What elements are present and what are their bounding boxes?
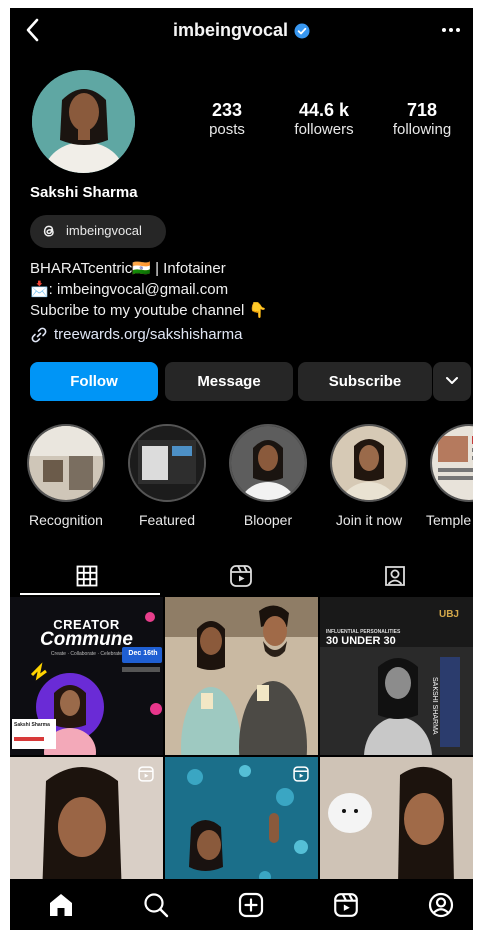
tab-reels[interactable] bbox=[164, 556, 318, 596]
verified-badge-icon bbox=[294, 23, 310, 39]
post-brand-text: UBJ bbox=[438, 609, 459, 620]
tab-tagged[interactable] bbox=[318, 556, 472, 596]
highlight-recognition[interactable]: Recognition bbox=[25, 424, 107, 528]
post-headline-large: 30 UNDER 30 bbox=[326, 635, 396, 647]
nav-search[interactable] bbox=[142, 891, 170, 919]
reel-icon bbox=[293, 766, 309, 782]
nav-reels[interactable] bbox=[332, 891, 360, 919]
highlight-cover bbox=[128, 424, 206, 502]
threads-icon bbox=[43, 225, 54, 237]
suggested-accounts-button[interactable] bbox=[433, 362, 471, 401]
profile-username-header: imbeingvocal bbox=[10, 16, 473, 44]
highlight-cover-image bbox=[432, 426, 473, 500]
highlight-label: Recognition bbox=[29, 512, 103, 528]
reels-icon bbox=[230, 565, 252, 587]
profile-avatar[interactable] bbox=[32, 70, 135, 173]
plus-square-icon bbox=[238, 892, 264, 918]
profile-tabs bbox=[10, 556, 473, 596]
tagged-person-icon bbox=[385, 566, 405, 586]
profile-link-text: treewards.org/sakshisharma bbox=[54, 326, 243, 343]
nav-create[interactable] bbox=[237, 891, 265, 919]
highlight-cover bbox=[430, 424, 473, 502]
threads-handle: imbeingvocal bbox=[66, 223, 142, 238]
followers-label: followers bbox=[294, 121, 354, 138]
highlight-blooper[interactable]: Blooper bbox=[227, 424, 309, 528]
reel-icon bbox=[138, 766, 154, 782]
highlight-cover-image bbox=[231, 426, 305, 500]
followers-value: 44.6 k bbox=[298, 100, 350, 120]
post-side-text: SAKSHI SHARMA bbox=[431, 677, 438, 735]
grid-icon bbox=[76, 565, 98, 587]
post-title-text: Commune bbox=[40, 629, 133, 650]
posts-label: posts bbox=[209, 121, 245, 138]
followers-count[interactable]: 44.6 k followers bbox=[284, 100, 364, 140]
highlight-cover-image bbox=[332, 426, 406, 500]
more-horizontal-icon bbox=[442, 28, 460, 32]
instagram-profile-screen: imbeingvocal 233 posts 44.6 k followers bbox=[10, 8, 473, 930]
link-icon bbox=[31, 327, 47, 343]
profile-bio: BHARATcentric🇮🇳 | Infotainer 📩: imbeingv… bbox=[30, 258, 267, 321]
post-badge-name: Sakshi Sharma bbox=[14, 722, 50, 728]
post-tile[interactable] bbox=[165, 597, 318, 755]
bio-line-1: BHARATcentric🇮🇳 | Infotainer bbox=[30, 260, 226, 277]
profile-display-name: Sakshi Sharma bbox=[30, 184, 138, 201]
following-label: following bbox=[392, 121, 452, 138]
bio-line-2: 📩: imbeingvocal@gmail.com bbox=[30, 281, 229, 298]
highlight-label: Join it now bbox=[335, 512, 403, 528]
posts-value: 233 bbox=[211, 100, 243, 120]
profile-link[interactable]: treewards.org/sakshisharma bbox=[30, 326, 242, 344]
highlight-featured[interactable]: Featured bbox=[126, 424, 208, 528]
highlight-label: Blooper bbox=[243, 512, 293, 528]
active-tab-indicator bbox=[20, 593, 160, 595]
bottom-navigation bbox=[10, 879, 473, 930]
profile-icon bbox=[428, 892, 454, 918]
tab-posts-grid[interactable] bbox=[10, 556, 164, 596]
message-button[interactable]: Message bbox=[165, 362, 293, 401]
highlight-cover bbox=[27, 424, 105, 502]
highlight-cover-image bbox=[130, 426, 204, 500]
post-image-30-under-30 bbox=[320, 597, 473, 755]
post-tile[interactable]: CREATOR Commune Create · Collaborate · C… bbox=[10, 597, 163, 755]
threads-profile-chip[interactable]: imbeingvocal bbox=[30, 215, 166, 248]
post-date-text: Dec 16th bbox=[128, 650, 158, 657]
subscribe-button[interactable]: Subscribe bbox=[298, 362, 432, 401]
highlight-cover bbox=[229, 424, 307, 502]
home-icon bbox=[50, 894, 72, 916]
highlight-label: Temple B bbox=[426, 512, 473, 528]
posts-count[interactable]: 233 posts bbox=[192, 100, 262, 140]
search-icon bbox=[144, 893, 169, 918]
bio-line-3: Subcribe to my youtube channel 👇 bbox=[30, 302, 268, 319]
highlight-cover-image bbox=[29, 426, 103, 500]
post-image-event-photo bbox=[165, 597, 318, 755]
highlight-cover bbox=[330, 424, 408, 502]
reels-icon bbox=[334, 893, 358, 917]
following-value: 718 bbox=[406, 100, 438, 120]
avatar-photo bbox=[32, 70, 135, 173]
highlight-join-it-now[interactable]: Join it now bbox=[328, 424, 410, 528]
top-bar: imbeingvocal bbox=[10, 8, 473, 52]
highlight-label: Featured bbox=[138, 512, 196, 528]
nav-profile[interactable] bbox=[427, 891, 455, 919]
username-title: imbeingvocal bbox=[172, 20, 289, 40]
post-tile[interactable]: UBJ INFLUENTIAL PERSONALITIES 30 UNDER 3… bbox=[320, 597, 473, 755]
highlight-temple[interactable]: Temple B bbox=[426, 424, 473, 528]
following-count[interactable]: 718 following bbox=[383, 100, 461, 140]
nav-home[interactable] bbox=[47, 891, 75, 919]
follow-button[interactable]: Follow bbox=[30, 362, 158, 401]
more-options-button[interactable] bbox=[439, 18, 463, 42]
chevron-down-icon bbox=[446, 377, 458, 384]
